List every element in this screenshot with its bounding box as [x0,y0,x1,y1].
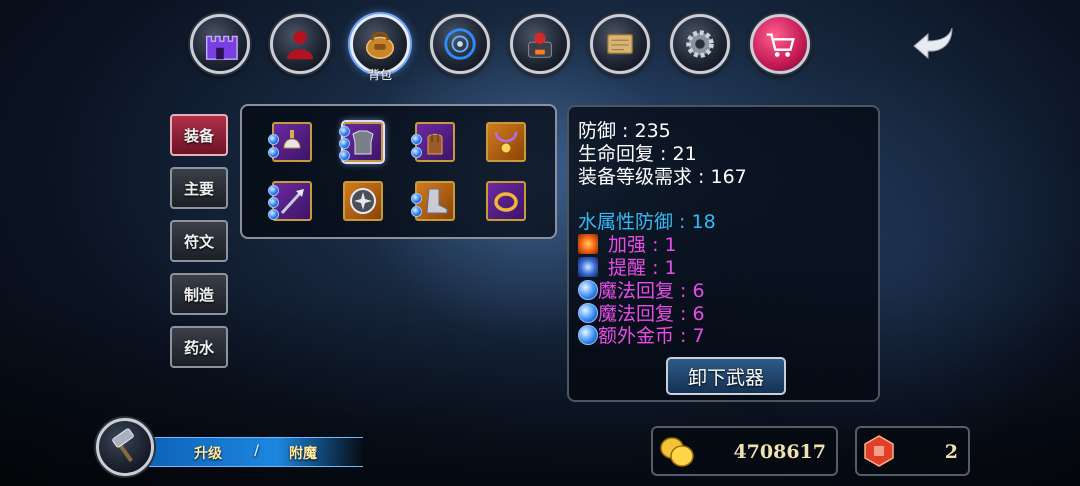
slot-boots[interactable] [411,181,455,221]
gem-counter: 2 [855,426,970,476]
socket-gem [268,147,279,158]
nav-runes-button[interactable] [430,14,490,74]
gear-icon [686,30,714,58]
equipment-panel [240,104,557,239]
socket-gem [268,134,279,145]
enchant-line: 提醒 : 1 [578,257,677,279]
socket-gem [339,150,350,161]
tab-separator: / [254,443,260,459]
castle-icon [205,35,238,60]
enchant-text: 加强 : 1 [602,234,677,256]
gem-bonus-text: 额外金币 : 7 [598,325,705,347]
gold-amount: 4708617 [733,441,826,463]
slot-shield[interactable] [343,181,383,221]
stat-defense: 防御 : 235 [578,120,671,142]
slot-amulet[interactable] [486,122,526,162]
upgrade-tab[interactable]: 升级 [194,443,222,463]
slot-weapon[interactable] [268,181,312,221]
socket-gem [339,126,350,137]
gauntlet-icon [427,133,443,155]
forge-hammer-button[interactable] [96,418,154,476]
nav-backpack-button[interactable] [350,14,410,74]
amulet-icon [494,131,518,154]
stat-water-defense: 水属性防御 : 18 [578,211,716,233]
gem-bonus-line: 额外金币 : 7 [578,325,705,347]
top-nav: 背包 [190,14,820,84]
backpack-icon [365,31,395,59]
tab-crafting[interactable]: 制造 [170,273,228,315]
hammer-icon [112,428,134,462]
back-button[interactable] [910,22,956,62]
blue-orb-icon [578,325,598,345]
nav-castle-button[interactable] [190,14,250,74]
ice-sparkle-icon [578,257,598,277]
fire-burst-icon [578,234,598,254]
socket-gem [411,206,422,217]
gem-bonus-line: 魔法回复 : 6 [578,280,705,302]
socket-gem [411,134,422,145]
enchant-text: 提醒 : 1 [602,257,677,279]
item-stats-panel: 防御 : 235 生命回复 : 21 装备等级需求 : 167 水属性防御 : … [567,105,880,402]
socket-gem [339,138,350,149]
upgrade-enchant-bar: 升级 / 附魔 [148,437,363,467]
gem-bonus-line: 魔法回复 : 6 [578,303,705,325]
nav-character-button[interactable] [270,14,330,74]
enchant-tab[interactable]: 附魔 [289,443,317,463]
blue-orb-icon [578,303,598,323]
blue-orb-icon [578,280,598,300]
character-icon [286,30,314,60]
stat-level-requirement: 装备等级需求 : 167 [578,166,747,188]
ring-icon [494,192,518,212]
slot-ring[interactable] [486,181,526,221]
gold-coins-icon [660,437,694,467]
rune-circle-icon [444,28,476,60]
socket-gem [268,209,279,220]
nav-quest-button[interactable] [590,14,650,74]
gem-amount: 2 [944,441,958,463]
nav-forge-button[interactable] [510,14,570,74]
gem-bonus-text: 魔法回复 : 6 [598,280,705,302]
boots-icon [426,188,448,214]
tab-main[interactable]: 主要 [170,167,228,209]
enchant-line: 加强 : 1 [578,234,677,256]
tab-equipment[interactable]: 装备 [170,114,228,156]
socket-gem [268,197,279,208]
gem-bonus-text: 魔法回复 : 6 [598,303,705,325]
stat-hp-regen: 生命回复 : 21 [578,143,697,165]
slot-armor[interactable] [339,122,383,162]
slot-gauntlet[interactable] [411,122,455,162]
back-arrow-icon [913,27,953,60]
tab-runes[interactable]: 符文 [170,220,228,262]
red-gem-icon [864,435,894,467]
shield-emblem-icon [350,188,376,214]
nav-shop-button[interactable] [750,14,810,74]
armor-icon [352,130,374,155]
shopping-cart-icon [766,33,795,57]
weapon-icon [280,189,304,215]
nav-backpack-label: 背包 [367,68,392,82]
scroll-map-icon [606,33,634,55]
socket-gem [411,147,422,158]
tab-potions[interactable]: 药水 [170,326,228,368]
gold-counter: 4708617 [651,426,838,476]
nav-settings-button[interactable] [670,14,730,74]
forge-icon [528,32,552,58]
socket-gem [411,193,422,204]
socket-gem [268,185,279,196]
helmet-icon [283,130,301,149]
slot-helmet[interactable] [268,122,312,162]
unequip-weapon-button[interactable]: 卸下武器 [666,357,786,395]
